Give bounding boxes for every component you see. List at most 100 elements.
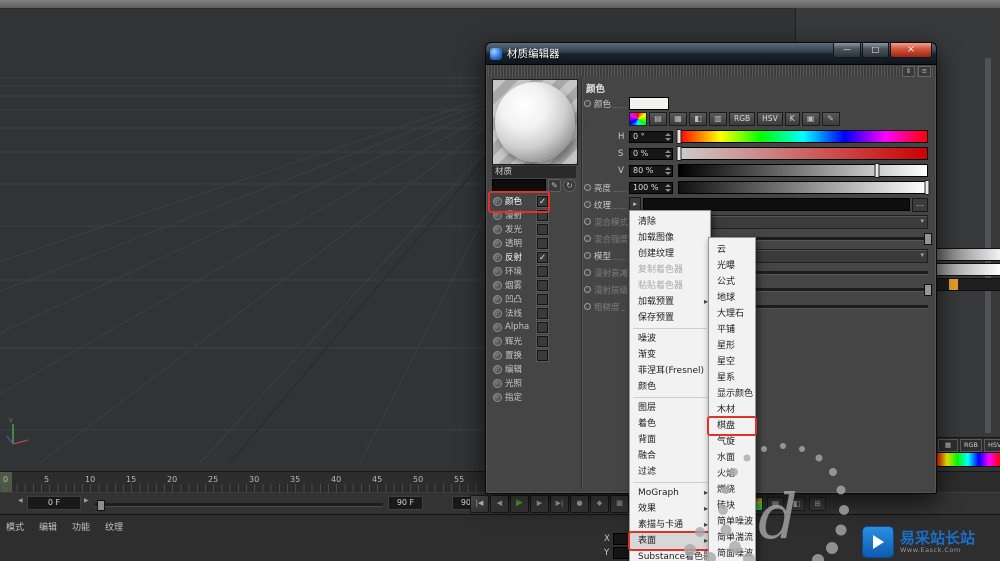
channel-radio-icon[interactable] (493, 364, 502, 374)
mode-button-k[interactable]: K (784, 112, 800, 126)
value-box[interactable]: 0 % (629, 147, 673, 160)
mode-button-rgb[interactable]: RGB (729, 112, 756, 126)
surface-submenu-item-12[interactable]: 气旋 (709, 434, 755, 450)
channel-checkbox[interactable] (537, 279, 548, 291)
edit-name-icon[interactable]: ✎ (548, 179, 561, 192)
panel-splitter[interactable] (581, 77, 582, 489)
surface-submenu-item-14[interactable]: 火焰 (709, 466, 755, 482)
surface-submenu-item-4[interactable]: 大理石 (709, 306, 755, 322)
channel-radio-icon[interactable] (493, 350, 502, 360)
timeline-range-slider[interactable] (95, 500, 383, 511)
channel-radio-icon[interactable] (493, 266, 502, 276)
slider-handle[interactable] (874, 163, 880, 178)
surface-submenu-item-13[interactable]: 水面 (709, 450, 755, 466)
texture-menu-item-6[interactable]: 保存预置 (630, 310, 710, 326)
channel-radio-icon[interactable] (493, 224, 502, 234)
channel-item-8[interactable]: 法线 (491, 306, 577, 320)
channel-checkbox[interactable] (537, 349, 548, 361)
spectrum-icon[interactable]: ▤ (649, 112, 667, 126)
channel-item-12[interactable]: 编辑 (491, 362, 577, 376)
channel-item-9[interactable]: Alpha (491, 320, 577, 334)
texture-menu-item-14[interactable]: 着色 (630, 416, 710, 432)
texture-menu-item-3[interactable]: 复制着色器 (630, 262, 710, 278)
channel-radio-icon[interactable] (493, 238, 502, 248)
right-pane-scrollbar[interactable] (985, 58, 991, 433)
slider-track-s[interactable] (676, 146, 928, 161)
channel-checkbox[interactable] (537, 209, 548, 221)
grid-icon[interactable]: ⊞ (809, 497, 826, 511)
texture-menu-item-10[interactable]: 菲涅耳(Fresnel) (630, 363, 710, 379)
channel-checkbox[interactable] (537, 307, 548, 319)
surface-submenu-item-1[interactable]: 光曝 (709, 258, 755, 274)
surface-submenu-item-10[interactable]: 木材 (709, 402, 755, 418)
minimize-button[interactable]: — (833, 43, 861, 58)
channel-radio-icon[interactable] (493, 252, 502, 262)
surface-submenu-item-3[interactable]: 地球 (709, 290, 755, 306)
channel-item-1[interactable]: 漫射 (491, 208, 577, 222)
channel-item-2[interactable]: 发光 (491, 222, 577, 236)
texture-menu-item-20[interactable]: 效果 ▸ (630, 501, 710, 517)
slider-handle[interactable] (676, 146, 682, 161)
preview-options-icon[interactable]: ↻ (563, 179, 576, 192)
texture-menu-item-11[interactable]: 颜色 (630, 379, 710, 395)
edge-gradient-bar-3[interactable] (935, 278, 1000, 291)
channel-checkbox[interactable] (537, 335, 548, 347)
material-name-field[interactable] (492, 179, 546, 192)
channel-radio-icon[interactable] (493, 210, 502, 220)
channel-item-14[interactable]: 指定 (491, 390, 577, 404)
prev-frame-button[interactable]: ◀ (490, 495, 509, 513)
texture-menu-item-22[interactable]: 表面 ▸ (628, 531, 712, 551)
channel-item-13[interactable]: 光照 (491, 376, 577, 390)
value-box[interactable]: 0 ° (629, 130, 673, 143)
bottom-menu-0[interactable]: 模式 (6, 520, 24, 533)
texture-menu-item-21[interactable]: 素描与卡通 ▸ (630, 517, 710, 533)
slider-track-h[interactable] (676, 129, 928, 144)
surface-submenu-item-0[interactable]: 云 (709, 242, 755, 258)
channel-radio-icon[interactable] (493, 322, 502, 332)
surface-submenu-item-5[interactable]: 平铺 (709, 322, 755, 338)
texture-menu-item-1[interactable]: 加载图像 (630, 230, 710, 246)
channel-radio-icon[interactable] (493, 280, 502, 290)
surface-submenu-item-7[interactable]: 星空 (709, 354, 755, 370)
keyframe-button[interactable]: ◆ (590, 495, 609, 513)
channel-item-7[interactable]: 凹凸 (491, 292, 577, 306)
swatches-icon[interactable]: ▥ (709, 112, 727, 126)
value-box[interactable]: 100 % (629, 181, 673, 194)
color-mixer-icon[interactable]: ◧ (689, 112, 707, 126)
layers-icon[interactable]: ▦ (767, 497, 784, 511)
current-frame-field[interactable]: 0 F (27, 496, 81, 510)
window-titlebar[interactable]: 材质编辑器 — □ × (486, 43, 936, 65)
edge-gradient-bar-1[interactable] (935, 248, 1000, 261)
bottom-menu-3[interactable]: 纹理 (105, 520, 123, 533)
goto-end-button[interactable]: ▶| (550, 495, 569, 513)
texture-menu-item-4[interactable]: 粘贴着色器 (630, 278, 710, 294)
channel-checkbox[interactable] (537, 293, 548, 305)
spinner-arrows[interactable] (664, 183, 671, 192)
swatch-grid-button[interactable]: ▦ (938, 439, 958, 452)
edge-gradient-bar-2[interactable] (935, 263, 1000, 276)
snap-icon[interactable]: ◧ (788, 497, 805, 511)
channel-radio-icon[interactable] (493, 196, 502, 206)
texture-menu-item-2[interactable]: 创建纹理 (630, 246, 710, 262)
texture-menu-item-8[interactable]: 噪波 (630, 331, 710, 347)
surface-submenu-item-2[interactable]: 公式 (709, 274, 755, 290)
slider-handle[interactable] (924, 180, 930, 195)
frame-increment-arrow[interactable]: ▶ (84, 497, 89, 504)
range-slider-handle[interactable] (97, 500, 105, 511)
texture-menu-item-16[interactable]: 融合 (630, 448, 710, 464)
channel-item-3[interactable]: 透明 (491, 236, 577, 250)
channel-radio-icon[interactable] (493, 392, 502, 402)
channel-radio-icon[interactable] (493, 294, 502, 304)
surface-submenu-item-15[interactable]: 燃烧 (709, 482, 755, 498)
texture-menu-item-17[interactable]: 过滤 (630, 464, 710, 480)
surface-submenu-item-16[interactable]: 砖块 (709, 498, 755, 514)
texture-menu-item-19[interactable]: MoGraph ▸ (630, 485, 710, 501)
bottom-menu-2[interactable]: 功能 (72, 520, 90, 533)
channel-checkbox[interactable] (537, 237, 548, 249)
panel-arrows-icon[interactable]: ⇕ (902, 66, 915, 77)
surface-submenu-item-19[interactable]: 简面噪波 (709, 546, 755, 561)
goto-start-button[interactable]: |◀ (470, 495, 489, 513)
spinner-arrows[interactable] (664, 166, 671, 175)
channel-checkbox[interactable]: ✓ (537, 195, 548, 207)
maximize-button[interactable]: □ (862, 43, 889, 58)
